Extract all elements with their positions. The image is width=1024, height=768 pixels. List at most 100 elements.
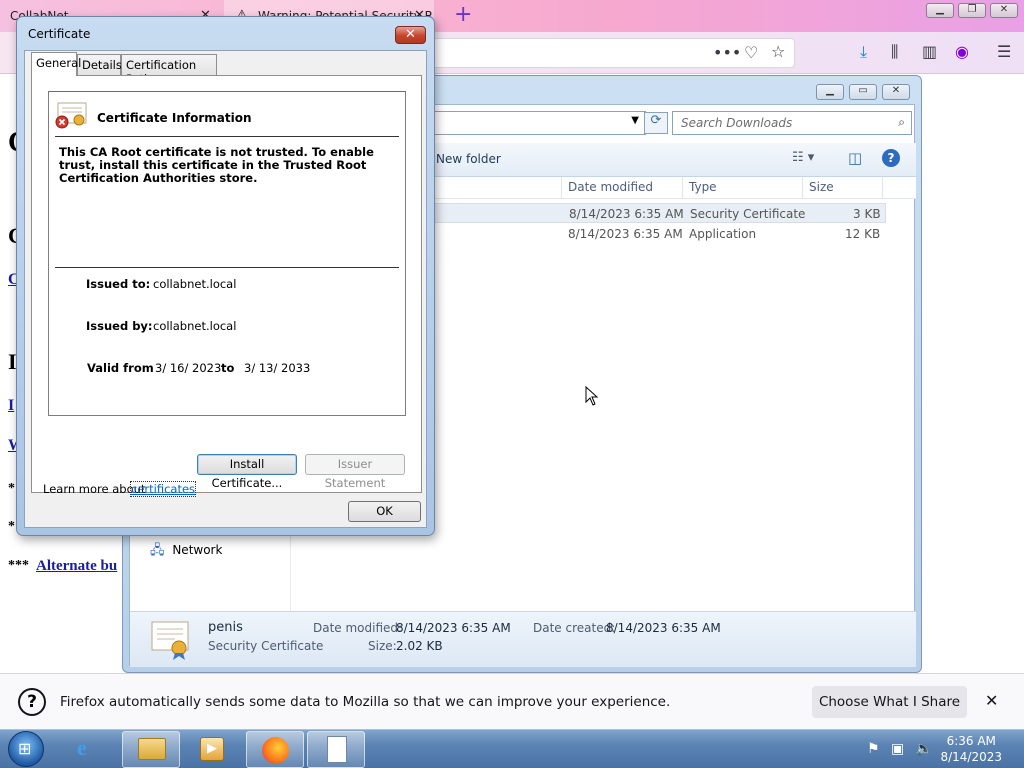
system-clock[interactable]: 6:36 AM 8/14/2023 — [940, 733, 1002, 765]
clock-date: 8/14/2023 — [940, 750, 1002, 764]
taskbar-certificate-window[interactable] — [307, 731, 365, 768]
windows-logo-icon: ⊞ — [18, 739, 32, 758]
search-placeholder: Search Downloads — [681, 116, 793, 130]
downloads-icon[interactable]: ⤓ — [860, 42, 867, 62]
page-text-fragment: * — [8, 481, 15, 496]
account-icon[interactable]: ◉ — [955, 42, 969, 62]
page-text-fragment: * — [8, 519, 15, 534]
file-type: Security Certificate — [690, 207, 806, 221]
install-certificate-button[interactable]: Install Certificate... — [197, 454, 297, 490]
issuer-statement-button: Issuer Statement — [305, 454, 405, 490]
issued-by-value: collabnet.local — [153, 319, 237, 333]
view-options-icon[interactable]: ☷ ▾ — [792, 150, 814, 165]
issued-by-label: Issued by: — [86, 319, 153, 333]
valid-to-value: 3/ 13/ 2033 — [244, 361, 311, 375]
explorer-maximize-button[interactable]: ▭ — [849, 84, 877, 100]
certificate-file-icon — [150, 618, 190, 660]
column-type[interactable]: Type — [689, 180, 717, 194]
new-folder-button[interactable]: New folder — [436, 152, 501, 166]
file-date: 8/14/2023 6:35 AM — [569, 207, 684, 221]
minimize-button[interactable]: ▁ — [926, 3, 954, 18]
action-center-flag-icon[interactable]: ⚑ — [867, 741, 880, 757]
valid-from-label: Valid from — [87, 361, 154, 375]
nav-item-label: Network — [172, 543, 223, 557]
column-date-modified[interactable]: Date modified — [568, 180, 653, 194]
certificate-info-box: Certificate Information This CA Root cer… — [48, 91, 406, 416]
tab-details[interactable]: Details — [77, 54, 122, 75]
valid-from-value: 3/ 16/ 2023 — [155, 361, 222, 375]
date-created-label: Date created: — [533, 621, 616, 635]
details-pane: penis Security Certificate Date modified… — [130, 611, 916, 667]
dialog-body: General Details Certification Path Certi… — [24, 50, 427, 528]
explorer-close-button[interactable]: ✕ — [882, 84, 910, 100]
media-player-icon: ▶ — [200, 737, 224, 761]
explorer-minimize-button[interactable]: ▁ — [816, 84, 844, 100]
alternate-build-link[interactable]: Alternate bu — [36, 558, 117, 575]
file-date: 8/14/2023 6:35 AM — [568, 227, 683, 241]
column-size[interactable]: Size — [809, 180, 834, 194]
taskbar-firefox[interactable] — [246, 731, 304, 768]
file-size: 3 KB — [853, 207, 881, 221]
issued-to-label: Issued to: — [86, 277, 151, 291]
certificates-link[interactable]: certificates — [129, 481, 197, 497]
divider — [55, 136, 399, 137]
size-value: 2.02 KB — [396, 639, 443, 653]
mouse-cursor-icon — [585, 385, 599, 406]
date-modified-value: 8/14/2023 6:35 AM — [396, 621, 511, 635]
url-bar[interactable]: ••• ♡ ☆ — [420, 38, 795, 68]
close-notification-icon[interactable]: ✕ — [985, 691, 998, 710]
size-label: Size: — [368, 639, 397, 653]
trust-warning-text: This CA Root certificate is not trusted.… — [59, 145, 374, 185]
certificate-info-heading: Certificate Information — [97, 111, 252, 125]
sidebar-icon[interactable]: ▥ — [922, 42, 937, 62]
file-size: 12 KB — [845, 227, 881, 241]
date-modified-label: Date modified: — [313, 621, 403, 635]
start-button[interactable]: ⊞ — [8, 731, 44, 767]
nav-item-network[interactable]: 🖧 Network — [150, 541, 222, 563]
data-collection-notification: ? Firefox automatically sends some data … — [0, 673, 1024, 729]
new-tab-button[interactable]: + — [454, 3, 472, 27]
folder-icon — [138, 738, 166, 760]
help-icon[interactable]: ? — [882, 149, 900, 167]
divider — [55, 267, 399, 268]
ok-button[interactable]: OK — [348, 501, 421, 522]
choose-what-i-share-button[interactable]: Choose What I Share — [812, 686, 967, 718]
dialog-close-button[interactable]: ✕ — [395, 26, 426, 44]
untrusted-certificate-icon — [55, 102, 87, 130]
restore-button[interactable]: ❐ — [958, 3, 986, 18]
tab-certification-path[interactable]: Certification Path — [121, 54, 217, 86]
question-icon: ? — [18, 688, 46, 716]
page-link-fragment[interactable]: I — [8, 397, 14, 415]
volume-muted-icon[interactable]: 🔈 — [915, 741, 932, 757]
taskbar-internet-explorer[interactable]: e — [61, 731, 119, 768]
notification-text: Firefox automatically sends some data to… — [60, 694, 671, 710]
clock-time: 6:36 AM — [946, 734, 996, 748]
page-actions-icon[interactable]: ••• — [713, 43, 741, 63]
search-icon: ⌕ — [898, 115, 905, 129]
refresh-icon[interactable]: ⟳ — [644, 112, 668, 134]
tab-general[interactable]: General — [31, 52, 81, 76]
menu-icon[interactable]: ☰ — [997, 42, 1011, 62]
selected-file-type: Security Certificate — [208, 639, 324, 653]
taskbar: ⊞ e ▶ ⚑ ▣ 🔈 6:36 AM 8/14/2023 — [0, 729, 1024, 768]
dialog-title: Certificate — [28, 27, 91, 41]
preview-pane-icon[interactable]: ◫ — [848, 149, 862, 167]
valid-to-label: to — [221, 361, 235, 375]
taskbar-file-explorer[interactable] — [122, 731, 180, 768]
file-type: Application — [689, 227, 757, 241]
close-window-button[interactable]: ✕ — [990, 3, 1018, 18]
issued-to-value: collabnet.local — [153, 277, 237, 291]
network-tray-icon[interactable]: ▣ — [891, 741, 904, 757]
taskbar-media-player[interactable]: ▶ — [184, 731, 242, 768]
search-input[interactable]: Search Downloads ⌕ — [672, 111, 912, 135]
date-created-value: 8/14/2023 6:35 AM — [606, 621, 721, 635]
pocket-icon[interactable]: ♡ — [744, 43, 758, 63]
chevron-down-icon[interactable]: ▼ — [631, 115, 639, 126]
internet-explorer-icon: e — [77, 735, 87, 760]
general-tab-panel: Certificate Information This CA Root cer… — [31, 75, 422, 497]
document-icon — [327, 736, 347, 763]
bookmark-star-icon[interactable]: ☆ — [771, 42, 785, 62]
selected-file-name: penis — [208, 620, 243, 635]
library-icon[interactable]: ⫼ — [891, 42, 898, 62]
certificate-dialog: Certificate ✕ General Details Certificat… — [16, 16, 435, 536]
